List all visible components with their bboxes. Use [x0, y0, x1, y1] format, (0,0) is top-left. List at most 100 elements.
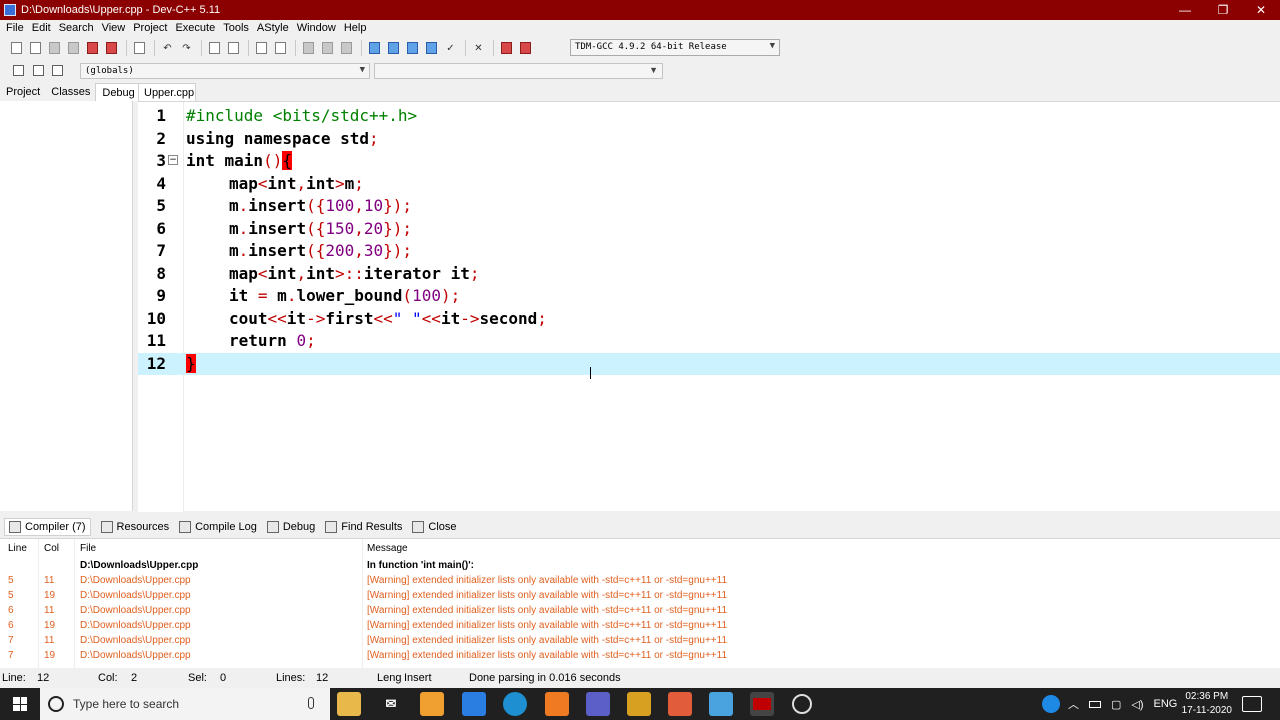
language-indicator[interactable]: ENG: [1154, 698, 1178, 710]
new-file-icon[interactable]: [8, 40, 25, 56]
help-icon[interactable]: [1042, 695, 1060, 713]
redo-icon[interactable]: ↷: [178, 40, 195, 56]
close-file-icon[interactable]: [84, 40, 101, 56]
message-row[interactable]: 5 19 D:\Downloads\Upper.cpp [Warning] ex…: [0, 590, 1270, 605]
menu-astyle[interactable]: AStyle: [253, 22, 293, 34]
debug-icon[interactable]: [517, 40, 534, 56]
tab-debug-output[interactable]: Debug: [266, 521, 315, 533]
teams-icon[interactable]: [586, 692, 610, 716]
obs-icon[interactable]: [792, 694, 812, 714]
restore-button[interactable]: ❐: [1204, 0, 1242, 20]
open-file-icon[interactable]: [27, 40, 44, 56]
replace-icon[interactable]: [225, 40, 242, 56]
compile-icon[interactable]: [366, 40, 383, 56]
goto-declaration-icon[interactable]: [30, 62, 46, 78]
menu-execute[interactable]: Execute: [171, 22, 219, 34]
column-header-message[interactable]: Message: [367, 543, 408, 554]
edge-browser-icon[interactable]: [503, 692, 527, 716]
xampp-icon[interactable]: [545, 692, 569, 716]
print-icon[interactable]: [131, 40, 148, 56]
fold-toggle-icon[interactable]: −: [168, 155, 178, 165]
notifications-icon[interactable]: [1242, 696, 1262, 712]
toggle-bookmark-icon[interactable]: [49, 62, 65, 78]
tab-compile-log[interactable]: Compile Log: [179, 521, 257, 533]
battery-icon[interactable]: [1089, 700, 1101, 708]
cortana-icon: [48, 696, 64, 712]
compiler-select[interactable]: TDM-GCC 4.9.2 64-bit Release ▼: [570, 39, 780, 56]
run-icon[interactable]: [385, 40, 402, 56]
column-header-file[interactable]: File: [80, 543, 96, 554]
menu-window[interactable]: Window: [293, 22, 340, 34]
save-icon[interactable]: [46, 40, 63, 56]
window-app-icon[interactable]: [462, 692, 486, 716]
menu-file[interactable]: File: [2, 22, 28, 34]
undo-icon[interactable]: ↶: [159, 40, 176, 56]
save-all-icon[interactable]: [65, 40, 82, 56]
column-header-col[interactable]: Col: [44, 543, 59, 554]
taskbar-clock[interactable]: 02:36 PM 17-11-2020: [1182, 690, 1232, 718]
status-lines-label: Lines:: [276, 672, 306, 684]
tab-find-results[interactable]: Find Results: [325, 521, 402, 533]
bookmark-icon[interactable]: [272, 40, 289, 56]
mail-icon[interactable]: ✉: [379, 692, 403, 716]
tab-debug[interactable]: Debug: [95, 83, 141, 101]
scope-select[interactable]: (globals) ▼: [80, 63, 370, 79]
message-col: 19: [44, 620, 56, 631]
devcpp-taskbar-icon[interactable]: [750, 692, 774, 716]
tab-classes[interactable]: Classes: [45, 83, 95, 101]
code-text: return 0;: [229, 331, 316, 350]
goto-line-icon[interactable]: [253, 40, 270, 56]
toolbar-separator: [248, 40, 249, 56]
status-bar: Line: 12 Col: 2 Sel: 0 Lines: 12 Leng In…: [0, 670, 1280, 687]
stop-execution-icon[interactable]: ✕: [470, 40, 487, 56]
message-row[interactable]: D:\Downloads\Upper.cpp In function 'int …: [0, 560, 1270, 575]
syntax-check-icon[interactable]: ✓: [442, 40, 459, 56]
insert-icon[interactable]: [10, 62, 26, 78]
message-file: D:\Downloads\Upper.cpp: [80, 560, 199, 571]
window-controls: — ❐ ✕: [1166, 0, 1280, 20]
rebuild-icon[interactable]: [423, 40, 440, 56]
indent-icon[interactable]: [300, 40, 317, 56]
message-row[interactable]: 6 19 D:\Downloads\Upper.cpp [Warning] ex…: [0, 620, 1270, 635]
function-select[interactable]: ▼: [374, 63, 663, 79]
status-length: Leng: [377, 672, 402, 684]
tab-compiler[interactable]: Compiler (7): [4, 518, 91, 536]
store-icon[interactable]: [420, 692, 444, 716]
menu-project[interactable]: Project: [129, 22, 171, 34]
network-icon[interactable]: ▢: [1111, 698, 1121, 711]
column-header-line[interactable]: Line: [8, 543, 27, 554]
tab-resources[interactable]: Resources: [100, 521, 169, 533]
message-row[interactable]: 7 11 D:\Downloads\Upper.cpp [Warning] ex…: [0, 635, 1270, 650]
message-row[interactable]: 5 11 D:\Downloads\Upper.cpp [Warning] ex…: [0, 575, 1270, 590]
message-row[interactable]: 7 19 D:\Downloads\Upper.cpp [Warning] ex…: [0, 650, 1270, 665]
file-explorer-icon[interactable]: [337, 692, 361, 716]
chevron-up-icon[interactable]: ︿: [1068, 696, 1079, 712]
tab-close[interactable]: Close: [412, 521, 457, 533]
sublime-text-icon[interactable]: [627, 692, 651, 716]
code-editor[interactable]: 1 #include <bits/stdc++.h> 2 using names…: [138, 101, 1280, 512]
compile-run-icon[interactable]: [404, 40, 421, 56]
menu-view[interactable]: View: [98, 22, 130, 34]
virtualbox-icon[interactable]: [709, 692, 733, 716]
minimize-button[interactable]: —: [1166, 0, 1204, 20]
taskbar-search-box[interactable]: Type here to search: [40, 688, 330, 720]
find-icon[interactable]: [206, 40, 223, 56]
profile-icon[interactable]: [498, 40, 515, 56]
menu-tools[interactable]: Tools: [219, 22, 253, 34]
unindent-icon[interactable]: [319, 40, 336, 56]
menu-edit[interactable]: Edit: [28, 22, 55, 34]
close-button[interactable]: ✕: [1242, 0, 1280, 20]
volume-icon[interactable]: ◁): [1131, 698, 1143, 711]
git-icon[interactable]: [668, 692, 692, 716]
start-button[interactable]: [0, 688, 40, 720]
toggle-comment-icon[interactable]: [338, 40, 355, 56]
microphone-icon[interactable]: [308, 697, 314, 709]
code-text: it = m.lower_bound(100);: [229, 286, 461, 305]
tab-project[interactable]: Project: [0, 83, 45, 101]
line-number: 6: [156, 218, 166, 238]
editor-tab-upper-cpp[interactable]: Upper.cpp: [138, 83, 196, 101]
close-all-icon[interactable]: [103, 40, 120, 56]
menu-search[interactable]: Search: [55, 22, 98, 34]
message-row[interactable]: 6 11 D:\Downloads\Upper.cpp [Warning] ex…: [0, 605, 1270, 620]
menu-help[interactable]: Help: [340, 22, 371, 34]
